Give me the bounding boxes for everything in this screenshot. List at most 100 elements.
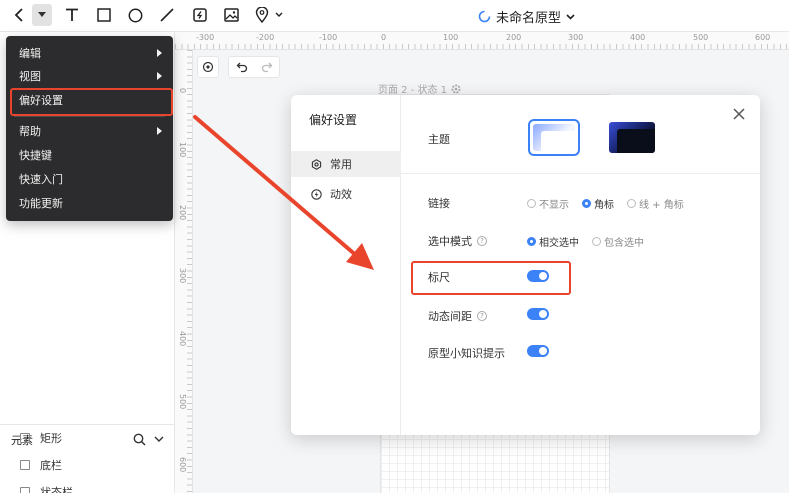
- submenu-arrow-icon: [157, 127, 162, 135]
- tips-label: 原型小知识提示: [428, 347, 505, 360]
- menu-item-updates[interactable]: 功能更新: [6, 191, 173, 215]
- select-mode-text: 选中模式: [428, 235, 472, 248]
- ruler-ticks: [187, 50, 192, 493]
- help-icon[interactable]: ?: [477, 236, 487, 246]
- preferences-sidebar: 偏好设置 常用 动效: [291, 95, 401, 435]
- ruler-label: 300: [178, 268, 187, 284]
- ruler-label: 500: [178, 394, 187, 410]
- image-icon[interactable]: [221, 5, 241, 25]
- menu-item-quickstart[interactable]: 快速入门: [6, 167, 173, 191]
- radio-dot: [582, 199, 591, 208]
- radio-dot: [627, 199, 636, 208]
- rectangle-icon: [20, 460, 30, 470]
- radio-badge[interactable]: 角标: [582, 196, 614, 211]
- ruler-label: 0: [178, 88, 187, 94]
- menu-item-label: 功能更新: [19, 197, 63, 210]
- ruler-ticks: [175, 44, 789, 49]
- frame-icon[interactable]: [190, 5, 210, 25]
- ruler-label: 500: [693, 33, 709, 42]
- line-icon[interactable]: [157, 5, 177, 25]
- menu-item-label: 视图: [19, 70, 41, 83]
- dynamic-spacing-toggle[interactable]: [527, 308, 549, 320]
- radio-label: 角标: [594, 200, 614, 211]
- select-mode-radio-group: 相交选中 包含选中: [527, 234, 644, 249]
- search-icon[interactable]: [133, 433, 146, 446]
- close-icon[interactable]: [732, 107, 746, 121]
- radio-contain[interactable]: 包含选中: [592, 234, 644, 249]
- link-label: 链接: [428, 197, 450, 210]
- ruler-label: -200: [256, 33, 275, 42]
- ruler-label: 200: [506, 33, 522, 42]
- submenu-arrow-icon: [157, 49, 162, 57]
- menu-item-edit[interactable]: 编辑: [6, 41, 173, 65]
- radio-label: 相交选中: [539, 238, 579, 249]
- theme-option-dark[interactable]: [609, 122, 655, 153]
- frame-icon: [20, 487, 30, 493]
- ruler-label: 600: [755, 33, 771, 42]
- element-label: 状态栏: [40, 486, 73, 493]
- radio-intersect[interactable]: 相交选中: [527, 234, 579, 249]
- document-title-dropdown[interactable]: 未命名原型: [478, 7, 575, 26]
- theme-label: 主题: [428, 133, 450, 146]
- pin-icon[interactable]: [253, 5, 287, 25]
- gear-icon: [311, 158, 322, 170]
- radio-dot: [527, 199, 536, 208]
- ruler-label: 200: [178, 205, 187, 221]
- nav-item-animation[interactable]: 动效: [291, 181, 401, 207]
- circle-icon[interactable]: [125, 5, 145, 25]
- nav-item-general[interactable]: 常用: [291, 151, 401, 177]
- menu-item-label: 帮助: [19, 125, 41, 138]
- help-icon[interactable]: ?: [477, 311, 487, 321]
- rectangle-icon[interactable]: [94, 5, 114, 25]
- tips-toggle[interactable]: [527, 345, 549, 357]
- radio-label: 线 + 角标: [639, 200, 684, 211]
- section-divider: [401, 173, 760, 174]
- ruler-label: 300: [568, 33, 584, 42]
- theme-option-light[interactable]: [528, 119, 580, 156]
- menu-item-label: 快捷键: [19, 149, 52, 162]
- text-icon[interactable]: [62, 5, 82, 25]
- link-radio-group: 不显示 角标 线 + 角标: [527, 196, 684, 211]
- caret-down-icon[interactable]: [32, 4, 52, 26]
- rectangle-icon: [20, 433, 30, 443]
- menu-item-shortcuts[interactable]: 快捷键: [6, 143, 173, 167]
- theme-preview: [533, 124, 575, 151]
- ruler-label: 400: [178, 331, 187, 347]
- select-mode-label: 选中模式 ?: [428, 233, 487, 249]
- submenu-arrow-icon: [157, 72, 162, 80]
- element-item-bottombar[interactable]: 底栏: [20, 457, 62, 473]
- radio-label: 包含选中: [604, 238, 644, 249]
- menu-item-label: 快速入门: [19, 173, 63, 186]
- menu-item-help[interactable]: 帮助: [6, 119, 173, 143]
- radio-line-badge[interactable]: 线 + 角标: [627, 196, 684, 211]
- locate-button[interactable]: [197, 56, 219, 78]
- app-window: 未命名原型 -300 -200 -100 0 100 200 300 400 5…: [0, 0, 789, 493]
- element-item-statusbar[interactable]: 状态栏: [20, 484, 73, 493]
- ruler-label: -300: [196, 33, 215, 42]
- gear-icon: [451, 84, 461, 93]
- redo-icon[interactable]: [261, 61, 273, 73]
- ruler-label: 0: [381, 33, 387, 42]
- chevron-down-icon[interactable]: [154, 436, 164, 443]
- ruler-label: 100: [178, 142, 187, 158]
- radio-hide[interactable]: 不显示: [527, 196, 569, 211]
- horizontal-ruler: -300 -200 -100 0 100 200 300 400 500 600: [175, 32, 789, 50]
- annotation-highlight-ruler: [411, 261, 571, 295]
- lightning-icon: [311, 188, 322, 200]
- ruler-label: 600: [178, 457, 187, 473]
- document-title: 未命名原型: [496, 11, 562, 26]
- target-icon: [202, 61, 214, 73]
- element-label: 矩形: [40, 432, 62, 445]
- radio-dot: [527, 237, 536, 246]
- undo-redo-group: [228, 56, 280, 78]
- main-menu: 编辑 视图 偏好设置 帮助 快捷键 快速入门 功能更新: [6, 36, 173, 221]
- element-item-rect[interactable]: 矩形: [20, 430, 62, 446]
- undo-icon[interactable]: [236, 61, 248, 73]
- menu-item-view[interactable]: 视图: [6, 64, 173, 88]
- element-label: 底栏: [40, 459, 62, 472]
- chevron-left-icon[interactable]: [8, 5, 30, 25]
- chevron-down-icon: [566, 13, 575, 20]
- nav-item-label: 动效: [330, 188, 352, 201]
- nav-item-label: 常用: [330, 158, 352, 171]
- radio-label: 不显示: [539, 200, 569, 211]
